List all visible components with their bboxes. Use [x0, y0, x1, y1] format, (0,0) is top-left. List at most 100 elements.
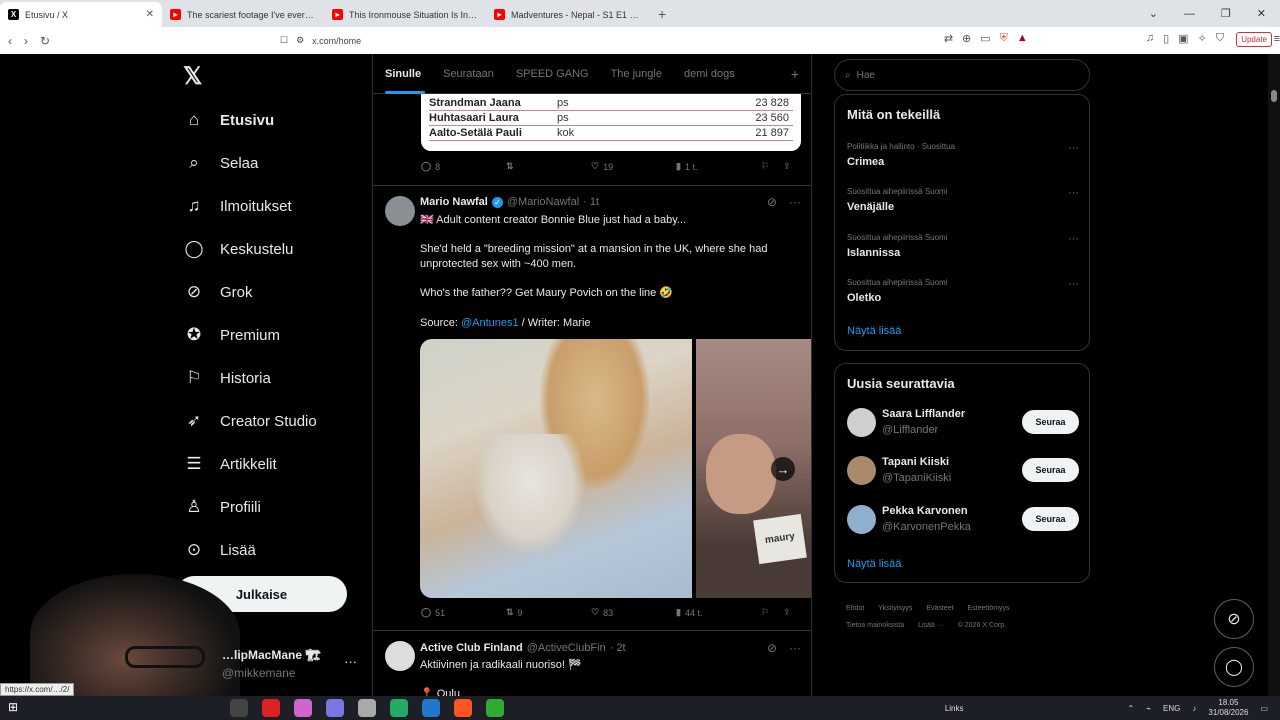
tab-for-you[interactable]: Sinulle — [385, 68, 426, 94]
vpn-icon[interactable]: ⛉ — [1216, 32, 1224, 45]
brave-shield-icon[interactable]: ⛨ — [1000, 32, 1008, 45]
sidebar-item-articles[interactable]: ☰ Artikkelit — [184, 454, 276, 474]
repost-button[interactable]: ⇅ — [506, 161, 591, 172]
browser-tab[interactable]: ▸ This Ironmouse Situation Is Insane -… — [324, 2, 486, 27]
avatar[interactable] — [385, 196, 415, 226]
share-icon[interactable]: ⇪ — [783, 607, 791, 618]
browser-tab[interactable]: X Etusivu / X ✕ — [0, 2, 162, 27]
sidebar-item-creator-studio[interactable]: ➶ Creator Studio — [184, 411, 317, 431]
tab-list[interactable]: demi dogs — [684, 68, 735, 80]
more-icon[interactable]: ··· — [1068, 142, 1079, 154]
tab-list-icon[interactable]: ⌄ — [1149, 7, 1158, 20]
close-tab-icon[interactable]: ✕ — [146, 9, 154, 20]
tray-chevron-icon[interactable]: ⌃ — [1128, 704, 1135, 713]
trend-item[interactable]: Suosittua aihepiirissä Suomi Oletko ··· — [847, 278, 1079, 304]
sidebar-item-explore[interactable]: ⌕ Selaa — [184, 153, 258, 173]
grok-fab-icon[interactable]: ⊘ — [1214, 599, 1254, 639]
avatar[interactable] — [847, 505, 876, 534]
account-more-icon[interactable]: ··· — [344, 654, 357, 669]
bookmark-icon[interactable]: ⚐ — [761, 161, 783, 172]
forward-icon[interactable]: › — [24, 34, 28, 48]
reply-button[interactable]: ◯ 8 — [421, 161, 506, 172]
sidebar-item-premium[interactable]: ✪ Premium — [184, 325, 280, 345]
bookmark-page-icon[interactable]: ☐ — [280, 35, 288, 46]
follow-suggestion[interactable]: Tapani Kiiski @TapaniKiiski Seuraa — [847, 456, 1079, 488]
sidebar-item-more[interactable]: ⊙ Lisää — [184, 540, 256, 560]
views-button[interactable]: ▮ 44 t. — [676, 607, 761, 618]
like-button[interactable]: ♡ 83 — [591, 607, 676, 618]
volume-icon[interactable]: ♪ — [1192, 704, 1196, 713]
footer-link[interactable]: Evästeet — [926, 605, 953, 612]
edge-icon[interactable] — [422, 699, 440, 717]
close-window-icon[interactable]: ✕ — [1257, 7, 1266, 20]
menu-icon[interactable]: ≡ — [1274, 33, 1280, 45]
reload-icon[interactable]: ↻ — [40, 34, 50, 48]
cast-icon[interactable]: ▭ — [980, 32, 990, 45]
app-icon[interactable] — [294, 699, 312, 717]
minimize-icon[interactable]: — — [1184, 8, 1195, 20]
app-icon[interactable] — [358, 699, 376, 717]
more-icon[interactable]: ··· — [1068, 233, 1079, 245]
translate-icon[interactable]: ⇄ — [944, 32, 953, 45]
results-table-image[interactable]: Strandman Jaana ps 23 828 Huhtasaari Laura… — [421, 94, 801, 151]
brave-icon[interactable] — [454, 699, 472, 717]
tab-list[interactable]: The jungle — [611, 68, 662, 80]
sidebar-item-home[interactable]: ⌂ Etusivu — [184, 110, 274, 130]
reply-button[interactable]: ◯ 51 — [421, 607, 506, 618]
address-bar[interactable]: ☐ ⚙ x.com/home — [280, 31, 1000, 50]
network-icon[interactable]: ⌁ — [1146, 704, 1151, 713]
trend-item[interactable]: Suosittua aihepiirissä Suomi Venäjälle ··· — [847, 187, 1079, 213]
share-icon[interactable]: ⇪ — [783, 161, 791, 172]
footer-link[interactable]: Lisää ··· — [918, 622, 944, 629]
zoom-icon[interactable]: ⊕ — [962, 32, 971, 45]
new-tab-icon[interactable]: + — [648, 6, 676, 27]
tab-following[interactable]: Seurataan — [443, 68, 494, 80]
more-icon[interactable]: ··· — [1068, 187, 1079, 199]
follow-button[interactable]: Seuraa — [1022, 507, 1079, 531]
follow-suggestion[interactable]: Pekka Karvonen @KarvonenPekka Seuraa — [847, 505, 1079, 537]
discord-icon[interactable] — [326, 699, 344, 717]
mention-link[interactable]: @Antunes1 — [461, 317, 519, 329]
tweet[interactable]: Active Club Finland @ActiveClubFin · 2t … — [373, 630, 811, 696]
repost-button[interactable]: ⇅ 9 — [506, 607, 591, 618]
avatar[interactable] — [385, 641, 415, 671]
views-button[interactable]: ▮ 1 t. — [676, 161, 761, 172]
clock[interactable]: 18.05 31/08/2026 — [1208, 698, 1248, 718]
follow-button[interactable]: Seuraa — [1022, 458, 1079, 482]
site-info-icon[interactable]: ⚙ — [296, 35, 304, 46]
browser-tab[interactable]: ▸ Madventures - Nepal - S1 E1 - YouTu… — [486, 2, 648, 27]
account-switcher[interactable]: …lipMacMane 🏗 @mikkemane — [222, 648, 321, 680]
links-toolbar[interactable]: Links — [945, 704, 964, 713]
follow-suggestion[interactable]: Saara Lifflander @Lifflander Seuraa — [847, 408, 1079, 440]
author-name[interactable]: Active Club Finland — [420, 642, 523, 654]
carousel-next-icon[interactable]: → — [771, 457, 795, 481]
add-tab-icon[interactable]: + — [791, 66, 799, 82]
sidebar-item-messages[interactable]: ◯ Keskustelu — [184, 239, 293, 259]
timestamp[interactable]: · 1t — [583, 196, 599, 208]
search-input[interactable]: ⌕ Hae — [834, 59, 1090, 91]
like-button[interactable]: ♡ 19 — [591, 161, 676, 172]
sidebar-item-profile[interactable]: ♙ Profiili — [184, 497, 260, 517]
sidebar-item-bookmarks[interactable]: ⚐ Historia — [184, 368, 270, 388]
grok-icon[interactable]: ⊘ — [767, 195, 777, 209]
leo-icon[interactable]: ✧ — [1198, 32, 1207, 45]
back-icon[interactable]: ‹ — [8, 34, 12, 48]
media-icon[interactable]: ♫ — [1146, 32, 1154, 45]
avatar[interactable] — [847, 408, 876, 437]
follow-button[interactable]: Seuraa — [1022, 410, 1079, 434]
language-indicator[interactable]: ENG — [1163, 704, 1180, 713]
browser-tab[interactable]: ▸ The scariest footage I've ever seen… — [162, 2, 324, 27]
maximize-icon[interactable]: ❐ — [1221, 7, 1231, 20]
show-more-link[interactable]: Näytä lisää — [847, 558, 901, 570]
sidebar-item-notifications[interactable]: ♫ Ilmoitukset — [184, 196, 292, 216]
app-icon[interactable] — [390, 699, 408, 717]
opera-icon[interactable] — [262, 699, 280, 717]
footer-link[interactable]: Esteettömyys — [968, 605, 1010, 612]
windows-start-icon[interactable]: ⊞ — [8, 700, 18, 714]
author-handle[interactable]: @MarioNawfal — [507, 196, 579, 208]
terminal-icon[interactable] — [486, 699, 504, 717]
trend-item[interactable]: Suosittua aihepiirissä Suomi Islannissa ··… — [847, 233, 1079, 259]
tweet-image[interactable] — [420, 339, 692, 598]
more-icon[interactable]: ··· — [789, 641, 801, 655]
task-view-icon[interactable] — [230, 699, 248, 717]
